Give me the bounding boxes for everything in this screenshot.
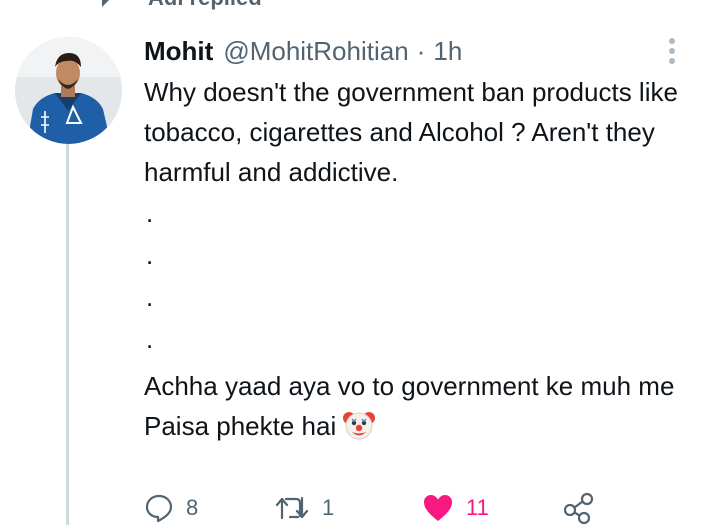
author-name[interactable]: Mohit (144, 36, 213, 67)
tweet-paragraph-1: Why doesn't the government ban products … (144, 77, 678, 187)
clown-face-emoji (342, 408, 376, 442)
share-icon (563, 492, 594, 524)
retweet-button[interactable]: 1 (274, 494, 422, 522)
like-count: 11 (466, 495, 489, 520)
tweet-actions: 8 1 11 (144, 490, 614, 526)
like-button[interactable]: 11 (422, 493, 562, 523)
retweet-icon (275, 496, 309, 520)
reply-button[interactable]: 8 (144, 493, 274, 523)
dot-line: . (146, 282, 154, 312)
reply-context-text[interactable]: Adi replied (148, 0, 262, 11)
reply-count: 8 (186, 495, 199, 520)
tweet-timestamp[interactable]: 1h (433, 36, 462, 67)
dot-line: . (146, 324, 154, 354)
avatar[interactable] (15, 37, 122, 144)
tweet-header: Mohit @MohitRohitian · 1h (144, 34, 462, 68)
reply-icon (145, 494, 173, 523)
dot-line: . (146, 240, 154, 270)
header-separator: · (416, 35, 426, 66)
share-button[interactable] (562, 492, 596, 524)
tweet-text: Why doesn't the government ban products … (144, 72, 684, 446)
reply-context-icon (96, 0, 126, 9)
more-icon[interactable] (664, 38, 680, 64)
heart-icon (424, 495, 452, 521)
thread-line (66, 143, 69, 525)
retweet-count: 1 (322, 495, 335, 520)
tweet-paragraph-2-text: Achha yaad aya vo to government ke muh m… (144, 371, 675, 441)
dot-line: . (146, 198, 154, 228)
author-handle[interactable]: @MohitRohitian (223, 36, 408, 67)
reply-context: Adi replied (96, 0, 262, 10)
tweet-paragraph-2: Achha yaad aya vo to government ke muh m… (144, 366, 684, 446)
